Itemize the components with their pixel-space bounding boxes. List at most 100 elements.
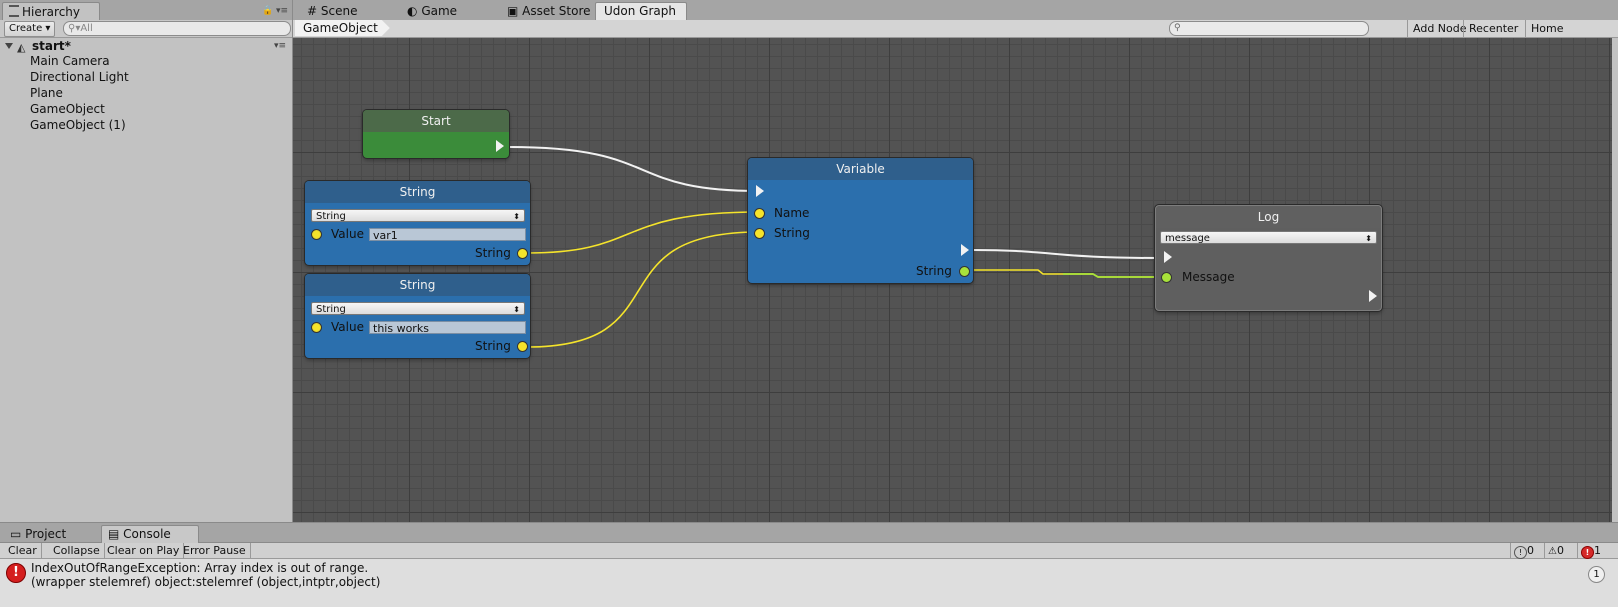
object-wire-variable-log [969, 269, 1159, 278]
clear-on-play-button[interactable]: Clear on Play [103, 543, 185, 558]
lock-icon[interactable]: 🔒 [262, 6, 273, 16]
hierarchy-tab-bar: Hierarchy 🔒 ▾≡ [0, 0, 292, 21]
search-icon: ⚲ [1174, 23, 1181, 33]
info-count: 0 [1527, 544, 1534, 557]
tab-console[interactable]: ▤ Console [101, 525, 199, 543]
unity-scene-icon: ◭ [17, 41, 26, 54]
warning-icon: ⚠ [1548, 546, 1557, 557]
log-flow-out-icon[interactable] [1369, 290, 1377, 302]
string-node-2[interactable]: String String ⬍ Value this works String [305, 274, 530, 358]
tab-project-label: Project [25, 527, 67, 541]
graph-toolbar: GameObject ⚲ Add Node Recenter Home [293, 20, 1618, 38]
recenter-button[interactable]: Recenter [1463, 20, 1523, 37]
hierarchy-search-input[interactable]: ⚲▾All [63, 21, 291, 36]
name-input-label: Name [774, 206, 810, 220]
tab-udon-graph[interactable]: Udon Graph [595, 2, 687, 21]
store-icon: ▣ [507, 4, 519, 18]
string-wire-2 [526, 231, 760, 348]
error-count-toggle[interactable]: ! 1 [1577, 543, 1604, 559]
string-node-2-title: String [305, 274, 530, 296]
breadcrumb[interactable]: GameObject [295, 20, 390, 36]
log-node-title: Log [1156, 206, 1381, 228]
clear-button[interactable]: Clear [4, 543, 42, 558]
flow-wire-start-variable [508, 146, 760, 192]
string-output-pin[interactable] [517, 341, 528, 352]
string-node-1-title: String [305, 181, 530, 203]
tab-scene[interactable]: # Scene [303, 3, 357, 20]
search-icon: ⚲▾ [68, 23, 81, 34]
console-panel: ▭ Project ▤ Console Clear Collapse Clear… [0, 522, 1618, 607]
warning-count-toggle[interactable]: ⚠0 [1544, 543, 1567, 558]
start-node-title: Start [363, 110, 509, 132]
folder-icon: ▭ [10, 527, 22, 541]
hierarchy-item[interactable]: GameObject (1) [30, 117, 126, 133]
tab-asset-store-label: Asset Store [522, 4, 591, 18]
tab-console-label: Console [123, 527, 171, 541]
create-label: Create [9, 23, 43, 34]
hierarchy-item[interactable]: GameObject [30, 101, 105, 117]
variable-flow-in-icon[interactable] [756, 185, 764, 197]
hierarchy-toolbar: Create ▾ ⚲▾All [0, 20, 292, 38]
scene-row[interactable]: ◭ start* ▾≡ [0, 38, 292, 54]
value-input-pin[interactable] [311, 322, 322, 333]
string-node-1-type-select[interactable]: String ⬍ [311, 209, 525, 222]
tab-udon-graph-label: Udon Graph [604, 4, 676, 18]
hierarchy-item[interactable]: Directional Light [30, 69, 129, 85]
log-count-badge: 1 [1588, 566, 1605, 583]
log-method-select[interactable]: message ⬍ [1160, 231, 1377, 244]
add-node-button[interactable]: Add Node [1407, 20, 1472, 37]
variable-node[interactable]: Variable Name String String [748, 158, 973, 283]
error-icon: ! [6, 563, 26, 583]
tab-game-label: Game [421, 4, 458, 18]
start-node[interactable]: Start [363, 110, 509, 158]
log-method-value: message [1165, 233, 1210, 244]
collapse-button[interactable]: Collapse [49, 543, 105, 558]
dropdown-arrow-icon: ⬍ [1365, 234, 1372, 243]
hierarchy-item[interactable]: Main Camera [30, 53, 110, 69]
message-input-pin[interactable] [1161, 272, 1172, 283]
start-flow-out-icon[interactable] [496, 140, 504, 152]
variable-flow-out-icon[interactable] [961, 244, 969, 256]
value-label: Value [331, 227, 364, 241]
bottom-tab-bar: ▭ Project ▤ Console [0, 523, 1618, 543]
scene-name: start* [32, 39, 71, 53]
tab-hierarchy-label: Hierarchy [22, 5, 81, 19]
value-input-field[interactable]: var1 [369, 228, 526, 242]
tab-game[interactable]: ◐ Game [403, 3, 457, 20]
string-output-pin[interactable] [959, 266, 970, 277]
panel-menu-icon[interactable]: ▾≡ [276, 6, 288, 16]
value-input-field[interactable]: this works [369, 321, 526, 335]
hierarchy-panel: Hierarchy 🔒 ▾≡ Create ▾ ⚲▾All ◭ start* ▾… [0, 0, 293, 522]
warning-count: 0 [1556, 544, 1564, 557]
error-pause-button[interactable]: Error Pause [179, 543, 251, 558]
info-count-toggle[interactable]: ! 0 [1510, 543, 1537, 559]
graph-search-input[interactable]: ⚲ [1169, 21, 1369, 36]
tab-project[interactable]: ▭ Project [4, 526, 72, 542]
tab-asset-store[interactable]: ▣ Asset Store [503, 3, 591, 20]
value-input-pin[interactable] [311, 229, 322, 240]
log-node[interactable]: Log message ⬍ Message [1155, 205, 1382, 311]
string-input-pin[interactable] [754, 228, 765, 239]
scene-grid-icon: # [307, 4, 318, 18]
string-output-label: String [475, 339, 511, 353]
name-input-pin[interactable] [754, 208, 765, 219]
home-button[interactable]: Home [1525, 20, 1568, 37]
string-output-pin[interactable] [517, 248, 528, 259]
string-node-1[interactable]: String String ⬍ Value var1 String [305, 181, 530, 265]
udon-graph-canvas[interactable]: Start String String ⬍ Value var1 String S… [293, 38, 1618, 522]
dropdown-arrow-icon: ⬍ [513, 212, 520, 221]
hierarchy-item[interactable]: Plane [30, 85, 63, 101]
graph-scrollbar[interactable] [1612, 38, 1618, 522]
expand-triangle-icon[interactable] [5, 43, 13, 49]
info-icon: ! [1514, 546, 1527, 559]
string-wire-1 [526, 211, 760, 254]
string-node-2-type-select[interactable]: String ⬍ [311, 302, 525, 315]
tab-scene-label: Scene [320, 4, 358, 18]
message-input-label: Message [1182, 270, 1235, 284]
scene-menu-icon[interactable]: ▾≡ [274, 38, 286, 54]
create-button[interactable]: Create ▾ [4, 21, 56, 37]
tab-hierarchy[interactable]: Hierarchy [2, 2, 100, 20]
console-log-entry[interactable]: ! IndexOutOfRangeException: Array index … [0, 559, 1618, 607]
log-flow-in-icon[interactable] [1164, 251, 1172, 263]
string-input-label: String [774, 226, 810, 240]
